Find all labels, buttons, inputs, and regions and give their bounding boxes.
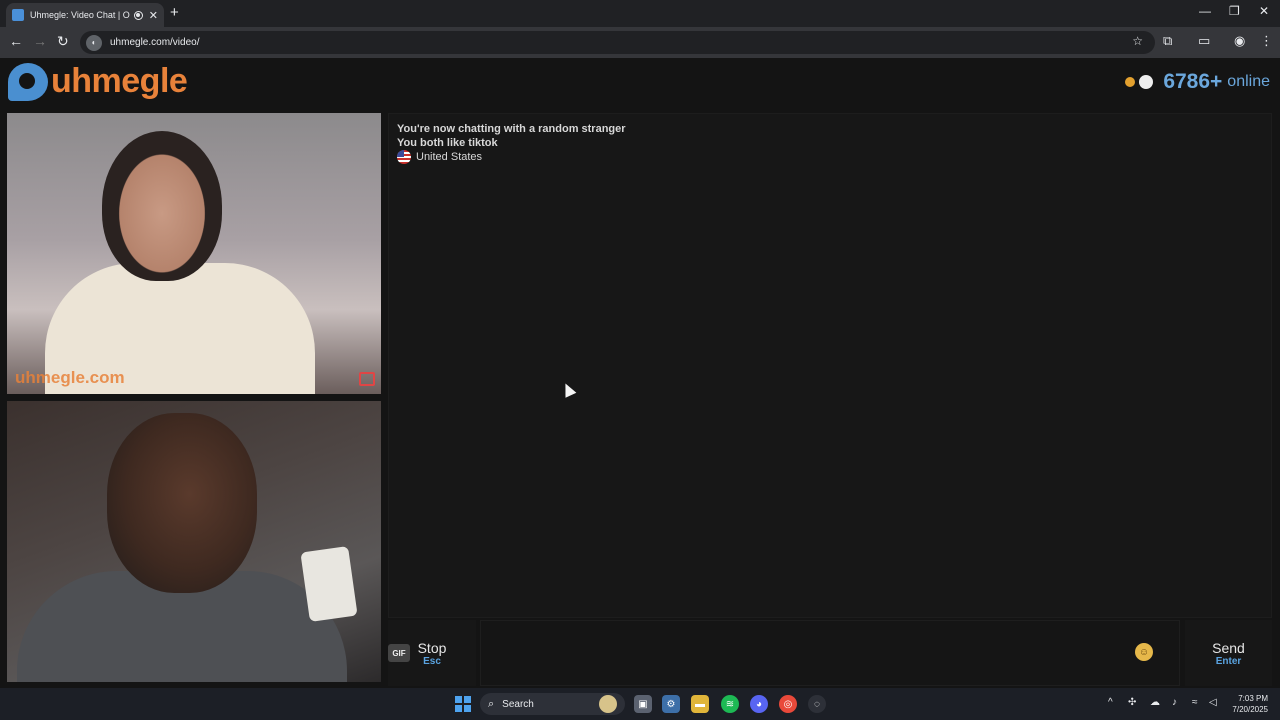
browser-toolbar: ← → ↻ ◐ uhmegle.com/video/ ☆ ⧉ ▭ ◉ ⋮ <box>0 27 1280 58</box>
search-icon: ⌕ <box>488 697 495 710</box>
chat-system-message: You're now chatting with a random strang… <box>397 123 626 135</box>
browser-tabstrip: Uhmegle: Video Chat | Omegle ✕ + — ❐ ✕ <box>0 0 1280 27</box>
onedrive-cloud-icon[interactable]: ☁ <box>1150 697 1160 708</box>
chat-controls: Stop Esc GIF ☺ Send Enter <box>388 620 1272 686</box>
microphone-icon[interactable]: ♪ <box>1172 697 1177 708</box>
online-label: online <box>1227 73 1270 90</box>
stop-shortcut: Esc <box>423 655 441 667</box>
profile-icon[interactable]: ◉ <box>1234 33 1245 49</box>
wifi-icon[interactable]: ≈ <box>1192 697 1198 708</box>
spotify-icon[interactable]: ≋ <box>721 695 739 713</box>
search-label: Search <box>502 698 534 710</box>
browser-tab[interactable]: Uhmegle: Video Chat | Omegle ✕ <box>6 3 164 27</box>
send-button[interactable]: Send Enter <box>1185 620 1272 686</box>
chrome-icon[interactable]: ◎ <box>779 695 797 713</box>
chat-log[interactable]: You're now chatting with a random strang… <box>388 113 1272 618</box>
back-arrow-icon[interactable]: ← <box>9 33 23 49</box>
message-input[interactable] <box>480 620 1180 686</box>
new-tab-button[interactable]: + <box>170 4 179 21</box>
country-name: United States <box>416 151 483 163</box>
address-bar[interactable]: ◐ uhmegle.com/video/ ☆ <box>80 31 1155 54</box>
tray-app-icon[interactable]: ✣ <box>1128 697 1136 708</box>
forward-arrow-icon[interactable]: → <box>33 33 47 49</box>
report-flag-icon[interactable] <box>359 372 375 386</box>
send-shortcut: Enter <box>1215 655 1242 667</box>
video-watermark: uhmegle.com <box>15 368 125 387</box>
stranger-face <box>102 131 222 281</box>
tab-close-icon[interactable]: ✕ <box>149 9 158 22</box>
menu-kebab-icon[interactable]: ⋮ <box>1260 33 1273 49</box>
us-flag-icon <box>397 150 411 164</box>
start-windows-icon[interactable] <box>455 696 471 712</box>
send-label: Send <box>1212 639 1245 656</box>
taskbar: ⌕ Search ▣ ⚙ ▬ ≋ ◕ ◎ ◌ ^ ✣ ☁ ♪ ≈ ◁ 7:03 … <box>0 688 1280 720</box>
extensions-icon[interactable]: ⧉ <box>1163 33 1172 49</box>
app-icon[interactable]: ◌ <box>808 695 826 713</box>
tab-title: Uhmegle: Video Chat | Omegle <box>30 10 130 20</box>
theme-toggle-icon[interactable] <box>1139 75 1154 89</box>
taskbar-search[interactable]: ⌕ Search <box>480 693 625 715</box>
task-view-icon[interactable]: ▣ <box>634 695 652 713</box>
stranger-country: United States <box>397 150 1263 164</box>
page: uhmegle 6786+ online uhmegle.com You're … <box>0 58 1280 688</box>
clock-date: 7/20/2025 <box>1232 705 1268 714</box>
tray-chevron-up-icon[interactable]: ^ <box>1108 697 1113 708</box>
clock[interactable]: 7:03 PM 7/20/2025 <box>1232 693 1268 715</box>
logo-mark-icon <box>8 62 48 101</box>
url-text: uhmegle.com/video/ <box>110 37 200 48</box>
side-panel-icon[interactable]: ▭ <box>1198 33 1210 49</box>
stranger-video: uhmegle.com <box>7 113 381 394</box>
logo-text: uhmegle <box>51 62 188 100</box>
discord-icon[interactable]: ◕ <box>750 695 768 713</box>
gif-button[interactable]: GIF <box>388 644 410 662</box>
bookmark-star-icon[interactable]: ☆ <box>1132 34 1143 48</box>
minimize-button[interactable]: — <box>1199 4 1211 18</box>
emoji-icon[interactable]: ☺ <box>1135 643 1153 661</box>
self-video <box>7 401 381 682</box>
online-count: 6786+ <box>1163 70 1223 93</box>
self-cup <box>300 546 358 622</box>
online-counter: 6786+ online <box>1125 70 1270 94</box>
settings-gear-icon[interactable]: ⚙ <box>662 695 680 713</box>
status-dot-icon <box>1125 77 1136 87</box>
chat-system-message: You both like tiktok <box>397 137 498 149</box>
stop-label: Stop <box>417 639 447 656</box>
file-explorer-icon[interactable]: ▬ <box>691 695 709 713</box>
search-highlight-icon <box>599 695 617 713</box>
close-window-button[interactable]: ✕ <box>1259 4 1269 18</box>
site-favicon-icon <box>12 9 24 21</box>
clock-time: 7:03 PM <box>1238 694 1268 703</box>
site-info-icon[interactable]: ◐ <box>86 34 102 51</box>
restore-button[interactable]: ❐ <box>1229 4 1240 18</box>
volume-icon[interactable]: ◁ <box>1209 697 1217 708</box>
self-face <box>107 413 257 593</box>
reload-icon[interactable]: ↻ <box>57 33 69 50</box>
recording-icon <box>133 10 143 20</box>
site-logo[interactable]: uhmegle <box>8 62 188 101</box>
